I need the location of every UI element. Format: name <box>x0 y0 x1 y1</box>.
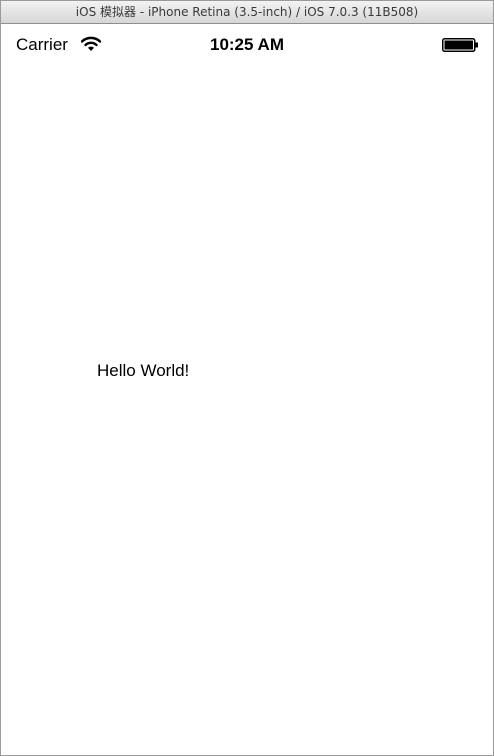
window-title: iOS 模拟器 - iPhone Retina (3.5-inch) / iOS… <box>1 1 493 24</box>
status-time: 10:25 AM <box>209 35 284 54</box>
device-screen: Carrier 10:25 AM Hello World! <box>1 24 493 755</box>
status-bar: Carrier 10:25 AM <box>1 24 493 64</box>
simulator-window: iOS 模拟器 - iPhone Retina (3.5-inch) / iOS… <box>0 0 494 756</box>
hello-world-label: Hello World! <box>97 361 190 380</box>
battery-icon <box>442 38 478 52</box>
